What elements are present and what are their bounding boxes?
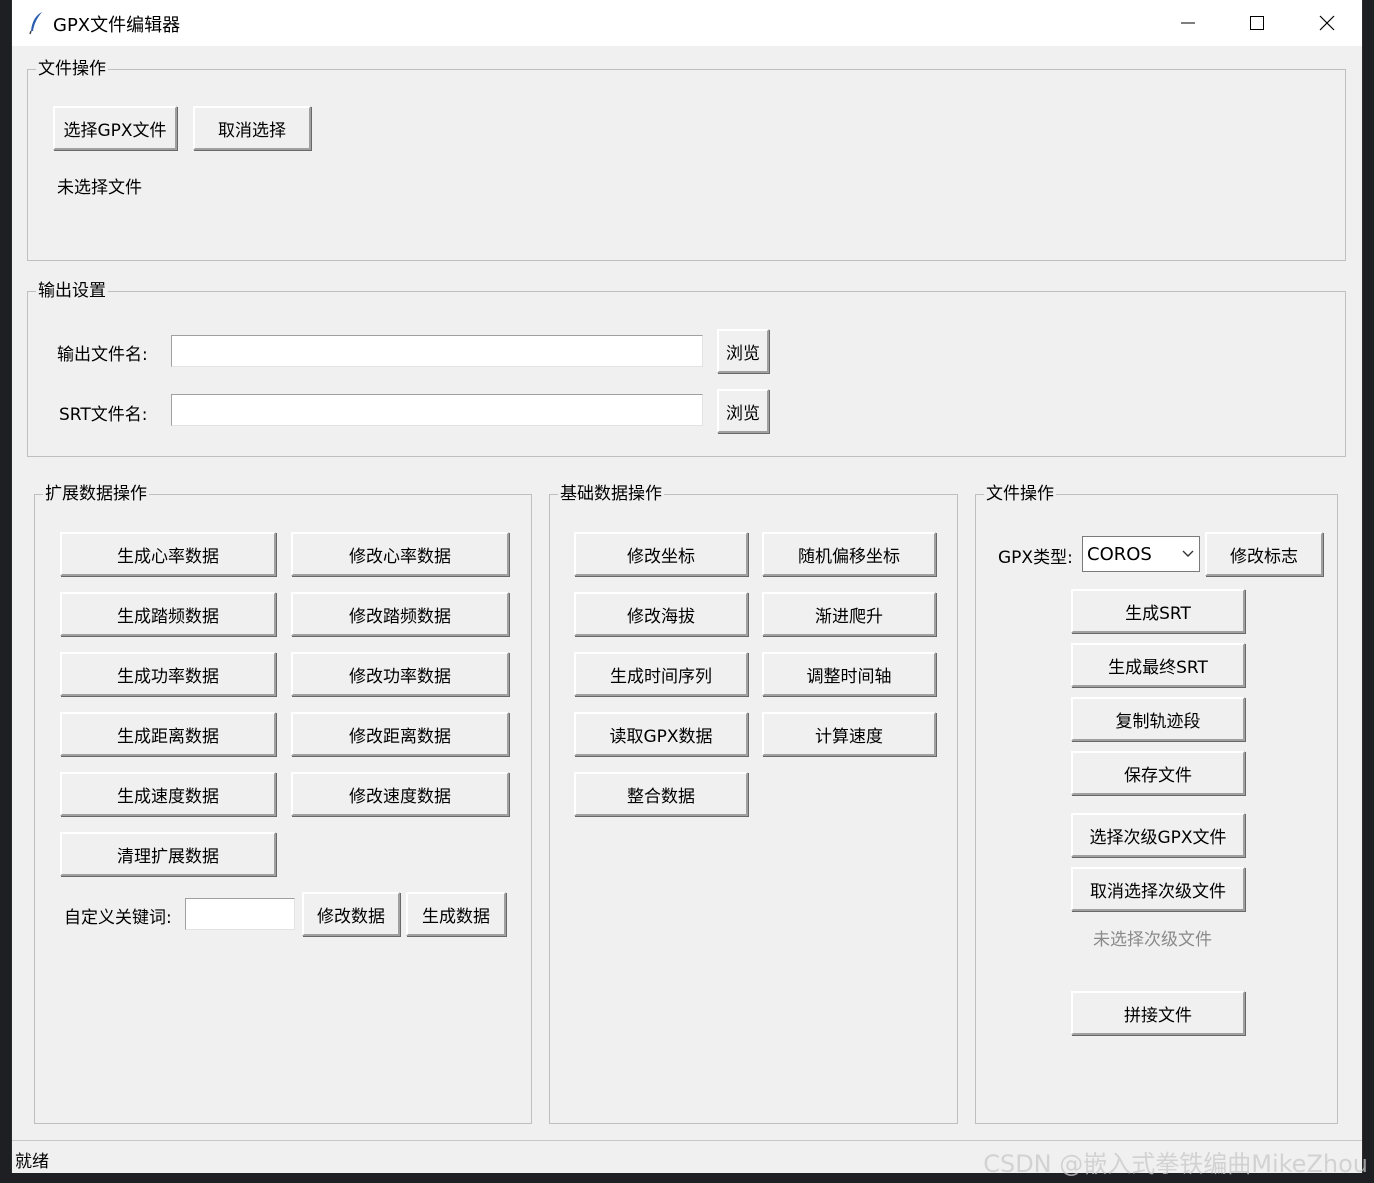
- srt-name-label: SRT文件名:: [59, 405, 148, 425]
- generate-final-srt-button[interactable]: 生成最终SRT: [1071, 643, 1245, 687]
- select-gpx-button[interactable]: 选择GPX文件: [53, 106, 177, 150]
- modify-coordinates-button[interactable]: 修改坐标: [574, 532, 748, 576]
- generate-heartrate-button[interactable]: 生成心率数据: [60, 532, 276, 576]
- generate-power-button[interactable]: 生成功率数据: [60, 652, 276, 696]
- modify-flag-button[interactable]: 修改标志: [1205, 532, 1323, 576]
- file-status-label: 未选择文件: [57, 178, 142, 198]
- gradual-climb-button[interactable]: 渐进爬升: [762, 592, 936, 636]
- random-offset-button[interactable]: 随机偏移坐标: [762, 532, 936, 576]
- merge-data-button[interactable]: 整合数据: [574, 772, 748, 816]
- modify-elevation-button[interactable]: 修改海拔: [574, 592, 748, 636]
- clear-extended-button[interactable]: 清理扩展数据: [60, 832, 276, 876]
- concat-file-button[interactable]: 拼接文件: [1071, 991, 1245, 1035]
- extended-data-group: 扩展数据操作 生成心率数据 修改心率数据 生成踏频数据 修改踏频数据 生成功率数…: [34, 483, 532, 1124]
- keyword-input[interactable]: [185, 898, 295, 930]
- group-label: 基础数据操作: [558, 483, 664, 505]
- calculate-speed-button[interactable]: 计算速度: [762, 712, 936, 756]
- modify-data-button[interactable]: 修改数据: [302, 892, 400, 936]
- modify-speed-button[interactable]: 修改速度数据: [291, 772, 509, 816]
- file-operations-right-group: 文件操作 GPX类型: COROS 修改标志 生成SRT 生成最终SRT 复制轨…: [975, 483, 1338, 1124]
- modify-power-button[interactable]: 修改功率数据: [291, 652, 509, 696]
- cancel-select-button[interactable]: 取消选择: [193, 106, 311, 150]
- minimize-button[interactable]: [1153, 0, 1223, 46]
- title-bar[interactable]: GPX文件编辑器: [12, 0, 1362, 46]
- adjust-timeline-button[interactable]: 调整时间轴: [762, 652, 936, 696]
- maximize-button[interactable]: [1222, 0, 1292, 46]
- status-text: 就绪: [15, 1152, 49, 1172]
- gpx-type-label: GPX类型:: [998, 548, 1073, 568]
- generate-time-series-button[interactable]: 生成时间序列: [574, 652, 748, 696]
- group-label: 文件操作: [36, 58, 108, 80]
- feather-icon: [29, 12, 42, 35]
- group-label: 文件操作: [984, 483, 1056, 505]
- close-icon: [1319, 15, 1335, 31]
- save-file-button[interactable]: 保存文件: [1071, 751, 1245, 795]
- gpx-type-select[interactable]: COROS: [1082, 536, 1200, 572]
- group-label: 输出设置: [36, 280, 108, 302]
- output-settings-group: 输出设置 输出文件名: 浏览 SRT文件名: 浏览: [27, 280, 1346, 457]
- srt-name-input[interactable]: [171, 394, 703, 426]
- generate-distance-button[interactable]: 生成距离数据: [60, 712, 276, 756]
- browse-srt-button[interactable]: 浏览: [717, 389, 769, 433]
- select-secondary-gpx-button[interactable]: 选择次级GPX文件: [1071, 813, 1245, 857]
- minimize-icon: [1181, 22, 1195, 24]
- browse-output-button[interactable]: 浏览: [717, 329, 769, 373]
- group-label: 扩展数据操作: [43, 483, 149, 505]
- modify-heartrate-button[interactable]: 修改心率数据: [291, 532, 509, 576]
- modify-cadence-button[interactable]: 修改踏频数据: [291, 592, 509, 636]
- copy-track-segment-button[interactable]: 复制轨迹段: [1071, 697, 1245, 741]
- close-button[interactable]: [1292, 0, 1362, 46]
- generate-cadence-button[interactable]: 生成踏频数据: [60, 592, 276, 636]
- generate-data-button[interactable]: 生成数据: [406, 892, 506, 936]
- generate-srt-button[interactable]: 生成SRT: [1071, 589, 1245, 633]
- gpx-type-value: COROS: [1087, 543, 1152, 565]
- cancel-secondary-button[interactable]: 取消选择次级文件: [1071, 867, 1245, 911]
- app-window: GPX文件编辑器 文件操作 选择GPX文件 取消选择 未选择文件 输出设置 输出…: [12, 0, 1362, 1173]
- maximize-icon: [1250, 16, 1264, 30]
- basic-data-group: 基础数据操作 修改坐标 随机偏移坐标 修改海拔 渐进爬升 生成时间序列 调整时间…: [549, 483, 958, 1124]
- read-gpx-button[interactable]: 读取GPX数据: [574, 712, 748, 756]
- modify-distance-button[interactable]: 修改距离数据: [291, 712, 509, 756]
- file-operations-group: 文件操作 选择GPX文件 取消选择 未选择文件: [27, 58, 1346, 261]
- generate-speed-button[interactable]: 生成速度数据: [60, 772, 276, 816]
- output-name-label: 输出文件名:: [57, 345, 148, 365]
- watermark: CSDN @嵌入式拳铁编曲MikeZhou: [983, 1150, 1368, 1178]
- keyword-label: 自定义关键词:: [64, 908, 172, 928]
- window-title: GPX文件编辑器: [53, 15, 181, 36]
- output-name-input[interactable]: [171, 335, 703, 367]
- chevron-down-icon[interactable]: [1177, 550, 1199, 558]
- secondary-status-label: 未选择次级文件: [1093, 930, 1212, 950]
